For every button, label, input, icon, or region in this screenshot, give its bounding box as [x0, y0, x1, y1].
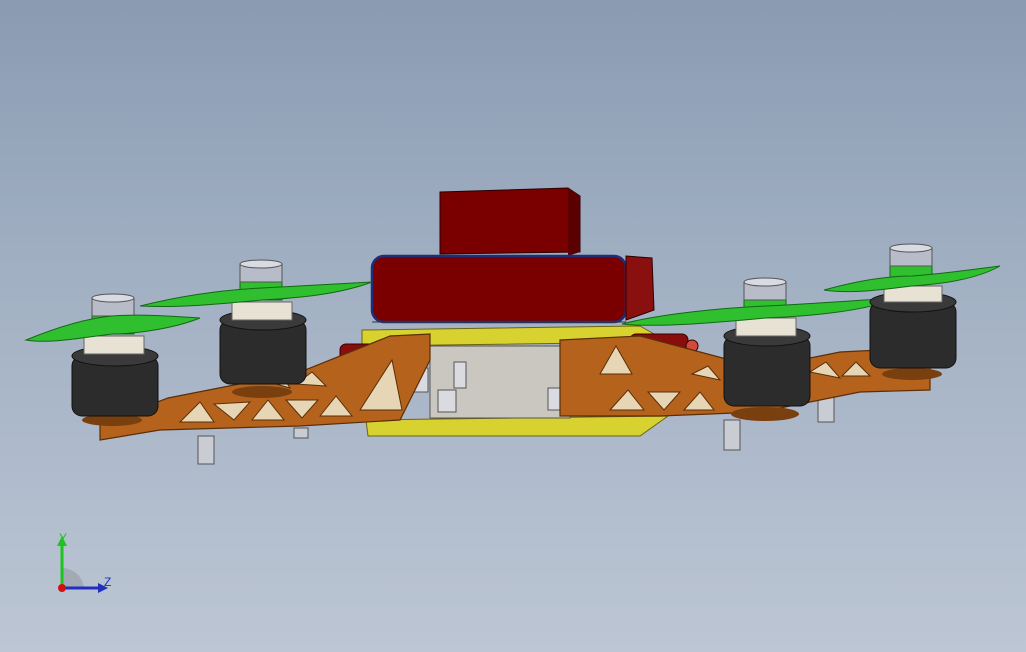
triad-origin — [58, 584, 66, 592]
landing-leg — [197, 435, 215, 465]
motor-base — [731, 407, 799, 421]
battery-main-body — [370, 254, 628, 324]
landing-leg — [723, 419, 741, 451]
z-axis-label: Z — [104, 575, 111, 589]
motor-3[interactable] — [723, 277, 811, 421]
reference-triad: Y Z — [57, 531, 111, 593]
motor-1[interactable] — [71, 293, 159, 426]
bottom-plate — [365, 415, 670, 437]
standoff — [453, 361, 467, 389]
motor-base — [232, 386, 292, 398]
motor-4[interactable] — [869, 243, 957, 380]
battery-top-block — [439, 187, 581, 255]
standoff — [437, 389, 457, 413]
y-axis-label: Y — [59, 531, 67, 545]
triad-arc — [62, 567, 84, 588]
graphics-viewport[interactable]: Y Z — [0, 0, 1026, 652]
drone-assembly-model[interactable] — [0, 0, 1026, 652]
motor-base — [882, 368, 942, 380]
motor-2[interactable] — [219, 259, 307, 398]
battery-pack[interactable] — [370, 187, 655, 324]
landing-leg — [293, 427, 309, 439]
